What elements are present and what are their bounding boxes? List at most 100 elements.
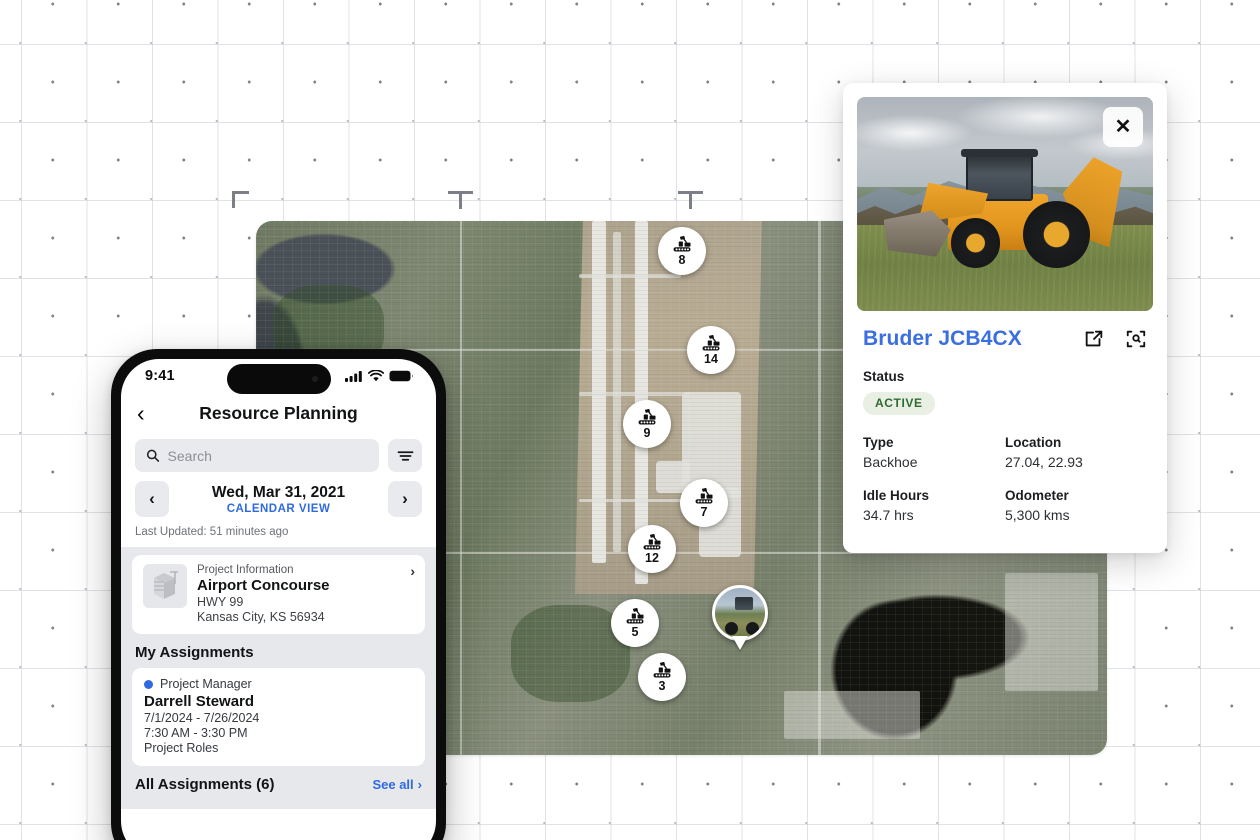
search-input[interactable] — [167, 447, 368, 464]
map-pin-count: 9 — [643, 426, 651, 441]
see-all-link[interactable]: See all › — [372, 777, 422, 792]
cellular-signal-icon — [345, 371, 362, 382]
excavator-icon — [638, 409, 656, 425]
search-row — [121, 433, 436, 472]
map-pin-cluster[interactable]: 9 — [623, 400, 671, 448]
status-label: Status — [863, 369, 905, 384]
battery-icon — [389, 370, 414, 382]
current-date: Wed, Mar 31, 2021 — [211, 483, 346, 501]
backhoe-wheel-rear — [1022, 201, 1090, 269]
field-label: Odometer — [1005, 488, 1069, 503]
field-location: Location 27.04, 22.93 — [1005, 435, 1147, 470]
map-pin-cluster[interactable]: 3 — [638, 653, 686, 701]
assignment-project-roles[interactable]: Project Roles — [144, 741, 413, 755]
excavator-icon — [695, 488, 713, 504]
assignment-role-row: Project Manager — [144, 677, 413, 691]
status-icons — [345, 370, 414, 382]
project-kicker: Project Information — [197, 564, 294, 576]
map-pin-cluster[interactable]: 14 — [687, 326, 735, 374]
field-idle-hours: Idle Hours 34.7 hrs — [863, 488, 1005, 523]
field-label: Idle Hours — [863, 488, 930, 503]
all-assignments-row: All Assignments (6) See all › — [132, 766, 425, 799]
all-assignments-title: All Assignments (6) — [135, 776, 275, 793]
see-all-label: See all — [372, 777, 414, 792]
equipment-card-actions — [1083, 328, 1147, 350]
assignment-time-range: 7:30 AM - 3:30 PM — [144, 726, 248, 740]
field-odometer: Odometer 5,300 kms — [1005, 488, 1147, 523]
canvas-root: 8 14 9 7 12 5 3 ✕ Bruder JCB4CX Status A… — [0, 0, 1260, 840]
equipment-detail-card: ✕ Bruder JCB4CX Status ACTIVE Type Backh… — [843, 83, 1167, 553]
assignment-card[interactable]: Project Manager Darrell Steward 7/1/2024… — [132, 668, 425, 766]
prev-date-button[interactable]: ‹ — [135, 481, 169, 517]
scaffold-icon — [154, 571, 178, 599]
mobile-content-section: Project Information Airport Concourse HW… — [121, 547, 436, 809]
assignment-date-range: 7/1/2024 - 7/26/2024 — [144, 711, 260, 725]
calendar-view-link[interactable]: CALENDAR VIEW — [178, 503, 379, 515]
map-pin-count: 12 — [645, 551, 659, 566]
field-value: 5,300 kms — [1005, 507, 1070, 523]
pin-pointer-tail — [732, 636, 748, 650]
dynamic-island — [226, 364, 331, 394]
mobile-nav-bar: ‹ Resource Planning — [121, 393, 436, 433]
chevron-right-icon[interactable]: › — [410, 563, 415, 579]
map-pin-cluster[interactable]: 7 — [680, 479, 728, 527]
field-value: 27.04, 22.93 — [1005, 454, 1083, 470]
map-pin-count: 7 — [700, 505, 708, 520]
mobile-status-bar: 9:41 — [121, 359, 436, 394]
field-value: 34.7 hrs — [863, 507, 914, 523]
assignment-person-name: Darrell Steward — [144, 693, 255, 710]
machine-wheel-rear — [746, 622, 759, 635]
machine-cab — [735, 597, 753, 610]
equipment-name: Bruder JCB4CX — [863, 327, 1022, 350]
assignment-role: Project Manager — [160, 677, 252, 691]
search-field-wrapper[interactable] — [135, 439, 379, 472]
last-updated-text: Last Updated: 51 minutes ago — [135, 526, 289, 538]
project-title: Airport Concourse — [197, 577, 330, 594]
status-badge: ACTIVE — [863, 392, 935, 415]
chevron-right-icon: › — [417, 777, 422, 792]
map-pin-count: 5 — [631, 625, 639, 640]
map-pin-cluster[interactable]: 5 — [611, 599, 659, 647]
excavator-icon — [626, 608, 644, 624]
close-icon[interactable]: ✕ — [1103, 107, 1143, 147]
project-address-line-2: Kansas City, KS 56934 — [197, 610, 325, 624]
date-display: Wed, Mar 31, 2021 CALENDAR VIEW — [178, 484, 379, 515]
status-block: Status ACTIVE — [863, 369, 1147, 415]
backhoe-roof — [960, 149, 1038, 158]
equipment-detail-body: Bruder JCB4CX Status ACTIVE Type Backhoe… — [843, 311, 1167, 541]
filter-button[interactable] — [388, 439, 422, 472]
map-pin-count: 14 — [704, 352, 718, 367]
map-pin-count: 8 — [678, 253, 686, 268]
excavator-icon — [643, 534, 661, 550]
mobile-device-frame: 9:41 ‹ Resource Planning Search ‹ Wed, M… — [111, 349, 446, 840]
field-label: Location — [1005, 435, 1062, 450]
field-value: Backhoe — [863, 454, 918, 470]
map-pin-count: 3 — [658, 679, 666, 694]
excavator-icon — [702, 335, 720, 351]
open-external-icon[interactable] — [1083, 328, 1105, 350]
field-label: Type — [863, 435, 894, 450]
backhoe-wheel-front — [950, 218, 1001, 269]
page-title: Resource Planning — [199, 402, 358, 423]
next-date-button[interactable]: › — [388, 481, 422, 517]
my-assignments-title: My Assignments — [135, 644, 254, 661]
equipment-photo: ✕ — [857, 97, 1153, 311]
excavator-icon — [653, 662, 671, 678]
role-color-dot — [144, 679, 153, 689]
wifi-icon — [368, 370, 384, 382]
backhoe-illustration — [883, 149, 1133, 269]
map-pin-cluster[interactable]: 12 — [628, 525, 676, 573]
equipment-fields-grid: Type Backhoe Location 27.04, 22.93 Idle … — [863, 435, 1147, 523]
equipment-thumbnail — [712, 585, 768, 641]
project-information-card[interactable]: Project Information Airport Concourse HW… — [132, 555, 425, 634]
status-time: 9:41 — [145, 368, 175, 384]
locate-on-map-icon[interactable] — [1125, 328, 1147, 350]
field-type: Type Backhoe — [863, 435, 1005, 470]
project-address-line-1: HWY 99 — [197, 595, 244, 609]
search-icon — [146, 449, 160, 462]
map-pin-cluster[interactable]: 8 — [658, 227, 706, 275]
date-navigator: ‹ Wed, Mar 31, 2021 CALENDAR VIEW › — [121, 472, 436, 517]
selected-equipment-photo-pin[interactable] — [712, 585, 768, 650]
project-text-block: Project Information Airport Concourse HW… — [197, 564, 330, 624]
filter-icon — [397, 450, 413, 461]
